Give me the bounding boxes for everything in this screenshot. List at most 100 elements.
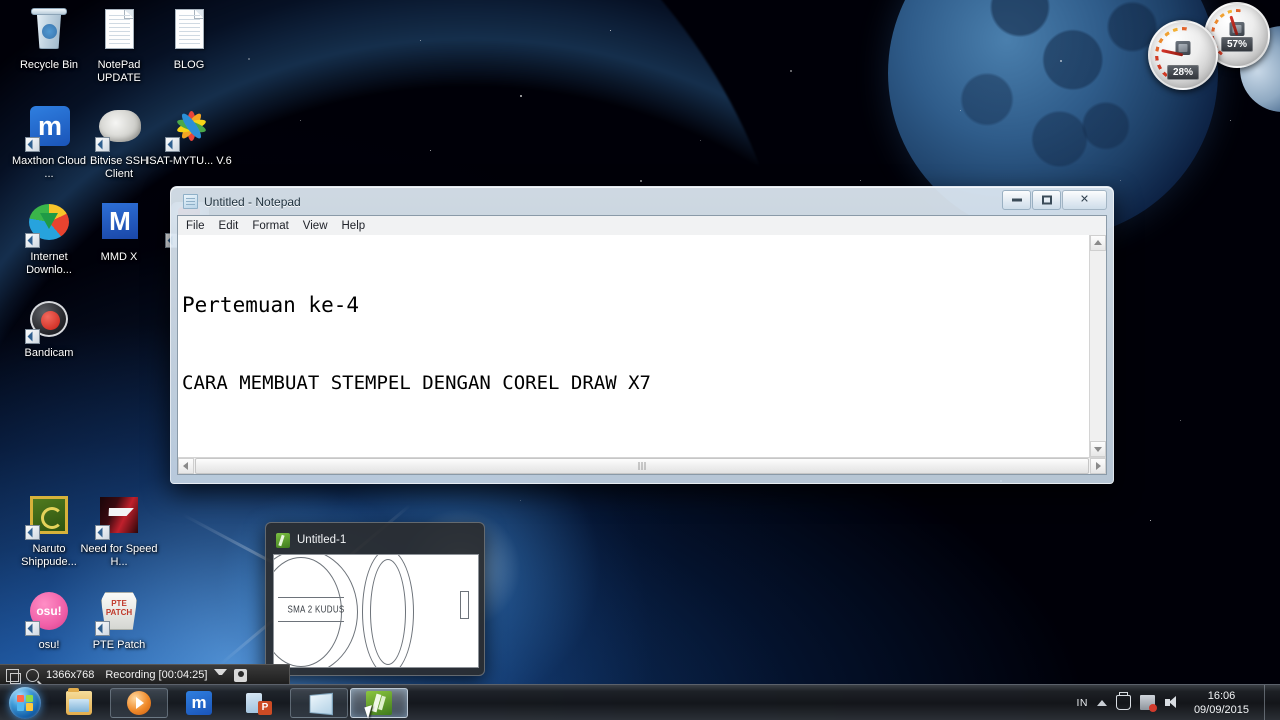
star [520,95,522,97]
screen-region-icon[interactable] [6,668,21,684]
notepad-window[interactable]: Untitled - Notepad ✕ File Edit Format Vi… [170,186,1114,484]
recycle-bin-lid [31,8,67,15]
mmd-x-icon [95,200,143,248]
star [960,110,961,111]
chevron-down-icon[interactable] [214,668,228,682]
stamp-divider-bottom [278,621,344,622]
small-rectangle-object [460,591,469,619]
bandicam-recording-bar[interactable]: 1366x768 Recording [00:04:25] [0,664,290,685]
close-icon: ✕ [1079,193,1090,206]
taskbar-media-player[interactable] [110,687,168,718]
desktop-icon-bandicam[interactable]: Bandicam [6,296,92,360]
star [610,30,611,31]
shortcut-overlay-icon [165,137,180,152]
shortcut-overlay-icon [25,621,40,636]
folder-icon [66,687,92,715]
desktop-icon-isat-mytu[interactable]: ISAT-MYTU... V.6 [146,104,232,168]
notepad-icon [306,691,332,715]
minimize-button[interactable] [1002,190,1031,210]
star [248,58,250,60]
shortcut-overlay-icon [95,137,110,152]
text-document-icon [95,8,143,56]
taskbar-powerpoint[interactable] [230,688,288,718]
start-button[interactable] [2,686,48,720]
scroll-up-button[interactable] [1090,235,1106,251]
camera-icon[interactable] [234,668,248,682]
osu-icon [25,588,73,636]
notepad-menubar: File Edit Format View Help [177,215,1107,235]
menu-item-format[interactable]: Format [252,220,288,232]
taskbar-thumbnail-preview[interactable]: Untitled-1 SMA 2 KUDUS [265,522,485,676]
chevron-left-icon [183,462,188,470]
desktop-icon-label: BLOG [173,59,205,71]
horizontal-scroll-thumb[interactable] [195,458,1089,474]
star [420,40,421,41]
clock[interactable]: 16:06 09/09/2015 [1188,689,1255,717]
menu-item-file[interactable]: File [186,220,205,232]
show-hidden-icons-button[interactable] [1096,699,1107,706]
chevron-up-icon [1094,240,1102,245]
star [1060,60,1062,62]
star [520,500,521,501]
minimize-icon [1011,198,1022,202]
chevron-right-icon [1096,462,1101,470]
notepad-line-2: CARA MEMBUAT STEMPEL DENGAN COREL DRAW X… [182,372,651,394]
taskbar-explorer[interactable] [50,687,108,718]
language-indicator[interactable]: IN [1076,697,1088,709]
menu-item-view[interactable]: View [303,220,328,232]
star [430,150,431,151]
scroll-down-button[interactable] [1090,441,1106,457]
chevron-down-icon [1094,447,1102,452]
document-glyph [175,9,204,49]
star [1150,520,1151,521]
desktop-icon-label: Bandicam [24,347,74,359]
naruto-shippuden-icon [25,492,73,540]
document-glyph [105,9,134,49]
notepad-text-area[interactable]: Pertemuan ke-4 CARA MEMBUAT STEMPEL DENG… [178,235,1089,457]
window-controls: ✕ [1001,190,1107,210]
desktop-icon-text-document[interactable]: BLOG [146,8,232,72]
media-player-icon [127,690,151,715]
second-ellipse-inner [370,559,406,665]
desktop-icon-label: PTE Patch [92,639,146,651]
shortcut-overlay-icon [25,525,40,540]
clock-time: 16:06 [1207,689,1236,702]
desktop-icon-pte-patch[interactable]: PTE PATCH PTE Patch [76,588,162,652]
scroll-left-button[interactable] [178,458,194,474]
menu-item-help[interactable]: Help [342,220,366,232]
action-center-icon[interactable] [1115,692,1131,710]
vertical-scrollbar[interactable] [1089,235,1106,457]
bitvise-ssh-icon [95,104,143,152]
desktop-icon-need-for-speed[interactable]: Need for Speed H... [76,492,162,569]
stamp-text: SMA 2 KUDUS [287,603,345,616]
maxthon-browser-icon [25,104,73,152]
desktop-icon-label: ISAT-MYTU... V.6 [146,155,232,167]
star [640,180,642,182]
clock-date: 09/09/2015 [1193,703,1249,716]
text-document-icon [165,8,213,56]
star [300,120,301,121]
page-fold [124,10,133,19]
taskbar-coreldraw[interactable] [350,687,408,718]
scroll-right-button[interactable] [1090,458,1106,474]
preview-canvas[interactable]: SMA 2 KUDUS [273,554,479,668]
network-icon[interactable] [1139,695,1157,712]
horizontal-scrollbar[interactable] [178,457,1106,474]
taskbar-maxthon[interactable] [170,688,228,718]
cpu-meter-gadget[interactable]: 57% 28% [1142,2,1278,92]
shortcut-overlay-icon [25,233,40,248]
taskbar-notepad[interactable] [290,687,348,718]
ram-percent-label: 57% [1220,37,1254,52]
magnifier-icon[interactable] [26,668,39,682]
taskbar: IN 16:06 09/09/2015 [0,684,1280,720]
volume-icon[interactable] [1164,695,1179,710]
coreldraw-icon [276,532,290,548]
star [1120,180,1121,181]
show-desktop-button[interactable] [1264,684,1276,720]
isat-mytu-icon [165,104,213,152]
notepad-titlebar[interactable]: Untitled - Notepad ✕ [177,188,1107,215]
menu-item-edit[interactable]: Edit [219,220,239,232]
mmd-glyph [102,203,138,239]
close-button[interactable]: ✕ [1062,190,1107,210]
maximize-button[interactable] [1032,190,1061,210]
